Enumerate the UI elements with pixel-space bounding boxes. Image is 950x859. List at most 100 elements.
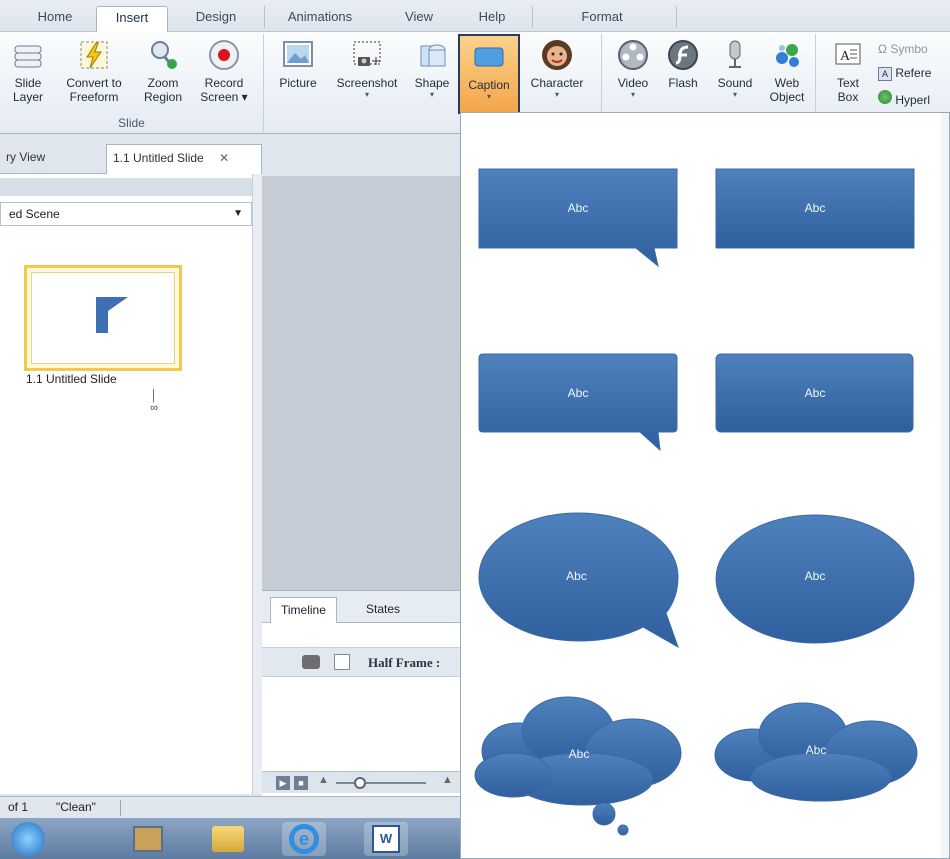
theme-name: "Clean" bbox=[56, 800, 96, 814]
slide-thumbnail[interactable] bbox=[24, 265, 182, 371]
lock-checkbox[interactable] bbox=[334, 654, 350, 670]
zoom-region-button[interactable]: Zoom Region bbox=[136, 34, 190, 104]
symbol-button[interactable]: Ω Symbo bbox=[878, 42, 928, 56]
caption-oval-callout[interactable]: Abc bbox=[478, 511, 683, 651]
screenshot-dropdown-icon: ▾ bbox=[364, 90, 369, 99]
caption-cloud[interactable]: Abc bbox=[711, 695, 921, 805]
character-label: Character bbox=[530, 76, 584, 90]
slide-count: of 1 bbox=[8, 800, 29, 814]
screenshot-label: Screenshot bbox=[336, 76, 398, 90]
caption-rounded-callout[interactable]: Abc bbox=[478, 353, 678, 453]
caption-dropdown-icon: ▾ bbox=[486, 92, 491, 101]
convert-to-freeform-button[interactable]: Convert to Freeform bbox=[56, 34, 132, 104]
web-object-button[interactable]: Web Object bbox=[764, 34, 810, 104]
tab-home[interactable]: Home bbox=[20, 6, 90, 32]
file-explorer-icon[interactable] bbox=[206, 822, 250, 856]
lightning-icon bbox=[80, 41, 108, 69]
picture-button[interactable]: Picture bbox=[270, 34, 326, 90]
tab-format[interactable]: Format bbox=[560, 6, 644, 32]
zoom-slider-thumb[interactable] bbox=[354, 777, 366, 789]
timeline-row: Half Frame : bbox=[262, 647, 460, 677]
tab-divider bbox=[532, 6, 533, 28]
remote-desktop-icon[interactable] bbox=[126, 822, 170, 856]
tab-story-view[interactable]: ry View bbox=[0, 144, 104, 174]
web-object-label-1: Web bbox=[774, 76, 800, 90]
rounded-callout-shape bbox=[478, 353, 678, 452]
tab-insert[interactable]: Insert bbox=[96, 6, 168, 32]
hyperlink-button[interactable]: Hyperl bbox=[878, 90, 930, 107]
windows-taskbar: e W bbox=[0, 818, 460, 859]
character-icon bbox=[542, 40, 572, 70]
close-icon[interactable]: ✕ bbox=[219, 151, 229, 165]
caption-cloud-callout[interactable]: Abc bbox=[473, 693, 685, 837]
link-icon[interactable]: │ ∞ bbox=[146, 390, 162, 414]
caption-rounded-rectangle[interactable]: Abc bbox=[715, 353, 915, 435]
slide-stage[interactable] bbox=[262, 176, 460, 590]
status-divider bbox=[120, 800, 121, 816]
tab-help[interactable]: Help bbox=[460, 6, 524, 32]
shape-icon bbox=[420, 44, 446, 67]
tab-timeline[interactable]: Timeline bbox=[270, 597, 337, 623]
stop-icon[interactable]: ■ bbox=[294, 776, 308, 790]
tab-divider bbox=[676, 6, 677, 28]
zoom-slider[interactable] bbox=[336, 777, 426, 789]
internet-explorer-icon[interactable]: e bbox=[282, 822, 326, 856]
caption-text: Abc bbox=[568, 747, 590, 761]
play-icon[interactable]: ▶ bbox=[276, 776, 290, 790]
shape-button[interactable]: Shape ▾ bbox=[408, 34, 456, 100]
caption-rectangle[interactable]: Abc bbox=[715, 168, 915, 250]
film-reel-icon bbox=[618, 40, 648, 70]
record-label-2: Screen ▾ bbox=[200, 90, 248, 104]
character-button[interactable]: Character ▾ bbox=[522, 34, 592, 100]
caption-text: Abc bbox=[804, 386, 826, 400]
word-icon[interactable]: W bbox=[364, 822, 408, 856]
reference-button[interactable]: A Refere bbox=[878, 66, 931, 81]
tab-view[interactable]: View bbox=[384, 6, 454, 32]
zoom-label-2: Region bbox=[143, 90, 183, 104]
stage-tab-row bbox=[262, 134, 460, 176]
flash-icon bbox=[668, 40, 698, 70]
record-screen-button[interactable]: Record Screen ▾ bbox=[194, 34, 254, 104]
tab-animations[interactable]: Animations bbox=[272, 6, 368, 32]
tab-design[interactable]: Design bbox=[174, 6, 258, 32]
slide-layer-label-2: Layer bbox=[12, 90, 44, 104]
caption-oval[interactable]: Abc bbox=[715, 513, 915, 645]
caption-button[interactable]: Caption ▾ bbox=[458, 34, 520, 114]
gallery-scrollbar[interactable] bbox=[941, 113, 949, 858]
convert-label-1: Convert to bbox=[66, 76, 122, 90]
timeline-controls: ▶ ■ ▲ ▲ bbox=[262, 771, 460, 793]
microphone-icon bbox=[729, 40, 741, 68]
start-orb-icon[interactable] bbox=[6, 822, 50, 856]
slide-layer-button[interactable]: Slide Layer bbox=[8, 34, 48, 104]
cloud-callout-shape bbox=[474, 696, 682, 836]
shape-dropdown-icon: ▾ bbox=[429, 90, 434, 99]
slide-group: Slide Layer Convert to Freeform Zoom Reg… bbox=[0, 34, 264, 132]
scene-dropdown[interactable]: ed Scene ▼ bbox=[0, 202, 252, 226]
caption-rectangle-callout[interactable]: Abc bbox=[478, 168, 678, 268]
shape-label: Shape bbox=[414, 76, 450, 90]
omega-icon: Ω bbox=[878, 42, 887, 56]
slide-thumbnail-label: 1.1 Untitled Slide bbox=[26, 372, 117, 386]
sound-button[interactable]: Sound ▾ bbox=[710, 34, 760, 100]
screenshot-icon bbox=[353, 41, 381, 66]
video-button[interactable]: Video ▾ bbox=[610, 34, 656, 100]
caption-gallery: Abc Abc Abc Abc Abc Abc Abc Abc bbox=[460, 112, 950, 859]
tab-slide[interactable]: 1.1 Untitled Slide ✕ bbox=[106, 144, 262, 174]
timeline-panel: Timeline States Half Frame : ▶ ■ ▲ ▲ bbox=[262, 590, 460, 796]
rectangle-callout-shape bbox=[478, 168, 678, 268]
caption-text: Abc bbox=[805, 743, 827, 757]
chevron-down-icon: ▼ bbox=[233, 208, 243, 219]
text-box-button[interactable]: A Text Box bbox=[826, 34, 870, 104]
left-scrollbar[interactable] bbox=[252, 174, 262, 794]
flash-button[interactable]: Flash bbox=[660, 34, 706, 90]
screenshot-button[interactable]: Screenshot ▾ bbox=[326, 34, 408, 100]
eye-icon[interactable] bbox=[302, 655, 320, 669]
convert-label-2: Freeform bbox=[69, 90, 119, 104]
tab-divider bbox=[264, 6, 265, 28]
zoom-out-icon[interactable]: ▲ bbox=[318, 774, 329, 786]
zoom-in-icon[interactable]: ▲ bbox=[442, 774, 453, 786]
caption-text: Abc bbox=[566, 569, 587, 583]
character-dropdown-icon: ▾ bbox=[554, 90, 559, 99]
tab-states[interactable]: States bbox=[356, 597, 410, 623]
picture-icon bbox=[283, 41, 313, 67]
